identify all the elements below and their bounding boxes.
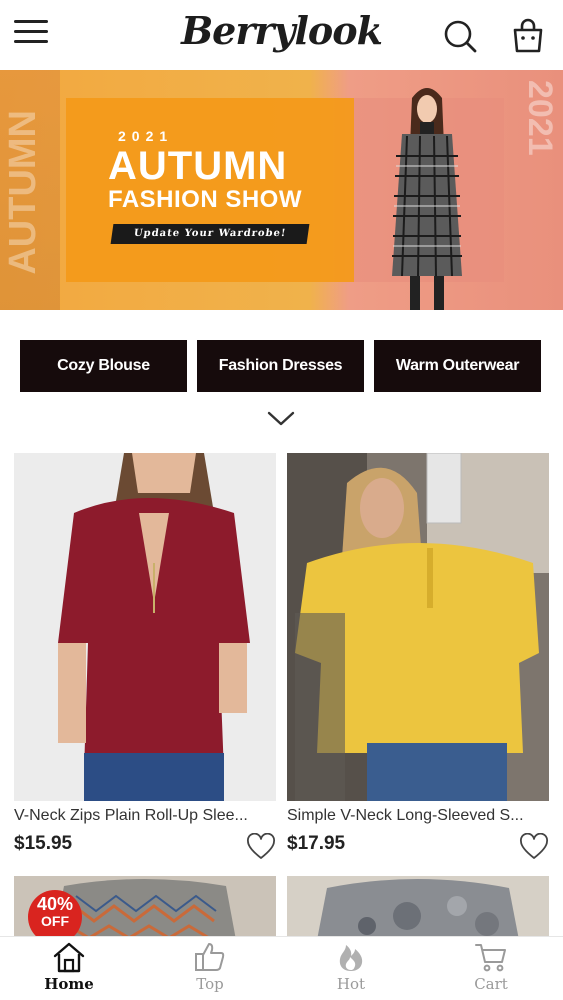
- bottom-navigation: Home Top Hot Cart: [0, 936, 563, 1000]
- category-fashion-dresses-button[interactable]: Fashion Dresses: [197, 340, 364, 392]
- nav-hot-label: Hot: [336, 975, 366, 993]
- nav-top[interactable]: Top: [155, 941, 265, 997]
- product-price: $15.95: [14, 833, 73, 854]
- heart-icon[interactable]: [246, 833, 276, 861]
- product-card[interactable]: V-Neck Zips Plain Roll-Up Slee... $15.95: [14, 453, 276, 859]
- banner-model-image: [392, 88, 462, 310]
- banner-year: 2021: [118, 128, 174, 144]
- promo-banner[interactable]: AUTUMN 2021 AUTUMN FASHION SHOW Update Y…: [0, 70, 563, 310]
- product-price: $17.95: [287, 833, 346, 854]
- thumbs-up-icon: [195, 943, 225, 971]
- product-card[interactable]: 40% OFF: [14, 876, 276, 940]
- banner-tagline: Update Your Wardrobe!: [110, 224, 310, 244]
- search-icon[interactable]: [442, 18, 478, 54]
- discount-label: OFF: [41, 913, 69, 929]
- banner-side-text: AUTUMN: [2, 110, 44, 275]
- product-image[interactable]: [287, 453, 549, 801]
- app-header: Berrylook: [0, 0, 563, 70]
- nav-home-label: Home: [44, 975, 94, 993]
- brand-logo[interactable]: Berrylook: [0, 8, 563, 53]
- product-image[interactable]: [287, 876, 549, 940]
- product-name[interactable]: Simple V-Neck Long-Sleeved S...: [287, 807, 549, 825]
- banner-side-year: 2021: [521, 80, 559, 156]
- banner-subtitle: FASHION SHOW: [108, 186, 303, 213]
- nav-cart-label: Cart: [474, 975, 508, 993]
- nav-cart[interactable]: Cart: [436, 941, 546, 997]
- product-card[interactable]: [287, 876, 549, 940]
- nav-home[interactable]: Home: [14, 941, 124, 997]
- banner-title: AUTUMN: [108, 144, 288, 188]
- product-name[interactable]: V-Neck Zips Plain Roll-Up Slee...: [14, 807, 276, 825]
- home-icon: [53, 942, 85, 973]
- flame-icon: [339, 945, 363, 971]
- cart-icon: [475, 944, 506, 972]
- nav-top-label: Top: [196, 975, 224, 993]
- chevron-down-icon[interactable]: [266, 408, 296, 428]
- category-warm-outerwear-button[interactable]: Warm Outerwear: [374, 340, 541, 392]
- product-image[interactable]: [14, 453, 276, 801]
- category-cozy-blouse-button[interactable]: Cozy Blouse: [20, 340, 187, 392]
- heart-icon[interactable]: [519, 833, 549, 861]
- shopping-bag-icon[interactable]: [510, 18, 546, 54]
- product-card[interactable]: Simple V-Neck Long-Sleeved S... $17.95: [287, 453, 549, 859]
- discount-percent: 40%: [36, 894, 74, 914]
- nav-hot[interactable]: Hot: [296, 941, 406, 997]
- category-buttons: Cozy Blouse Fashion Dresses Warm Outerwe…: [20, 340, 543, 392]
- discount-badge: 40% OFF: [28, 890, 82, 940]
- product-image[interactable]: 40% OFF: [14, 876, 276, 940]
